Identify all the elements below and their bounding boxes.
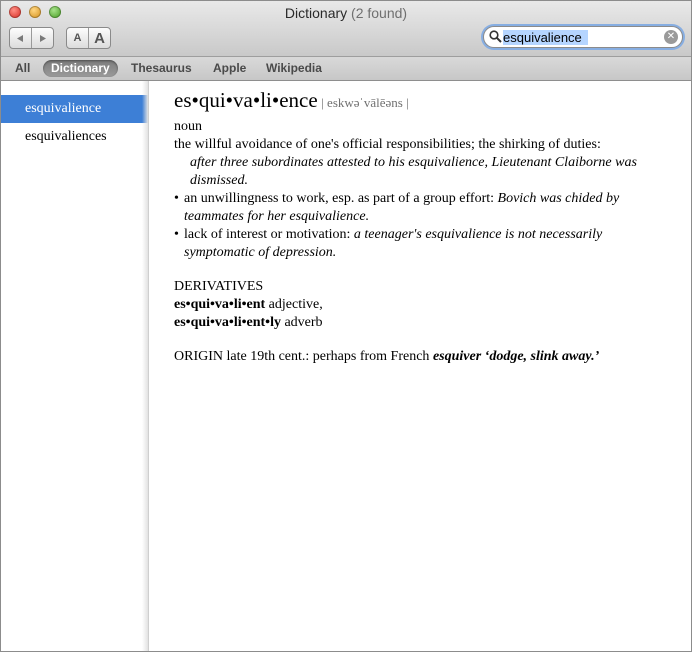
sense-1: the willful avoidance of one's official …	[174, 136, 674, 190]
sense-definition: an unwillingness to work, esp. as part o…	[184, 191, 495, 206]
sidebar-item-esquivalience[interactable]: esquivalience	[1, 95, 148, 123]
part-of-speech: noun	[174, 119, 202, 134]
window-title-text: Dictionary	[284, 5, 348, 21]
scope-dictionary[interactable]: Dictionary	[43, 60, 118, 77]
dictionary-window: Dictionary (2 found) A A ✕ All	[0, 0, 692, 652]
origin-section: ORIGIN late 19th cent.: perhaps from Fre…	[174, 348, 674, 366]
derivative-item: es•qui•va•li•ent adjective,	[174, 296, 674, 314]
triangle-right-icon	[40, 34, 46, 42]
derivatives-heading: DERIVATIVES	[174, 279, 264, 294]
forward-button[interactable]	[31, 28, 53, 48]
history-nav	[9, 27, 54, 49]
sidebar-item-esquivaliences[interactable]: esquivaliences	[1, 123, 148, 151]
derivative-form: es•qui•va•li•ent	[174, 297, 266, 312]
search-input[interactable]	[503, 29, 661, 45]
toolbar: Dictionary (2 found) A A ✕	[1, 1, 691, 57]
sidebar-shadow	[142, 81, 148, 651]
sense-example: after three subordinates attested to his…	[190, 155, 637, 188]
clear-search-icon[interactable]: ✕	[664, 30, 678, 44]
result-count: (2 found)	[351, 5, 408, 21]
scope-wikipedia[interactable]: Wikipedia	[258, 60, 330, 77]
scope-all[interactable]: All	[7, 60, 38, 77]
font-size-controls: A A	[66, 27, 111, 49]
search-field[interactable]: ✕	[483, 26, 683, 48]
bullet: •	[174, 227, 179, 242]
derivative-item: es•qui•va•li•ent•ly adverb	[174, 314, 674, 332]
definition-panel: es•qui•va•li•ence | eskwəˈvālēəns | noun…	[174, 88, 674, 366]
sense-3: • lack of interest or motivation: a teen…	[174, 226, 674, 262]
sense-2: • an unwillingness to work, esp. as part…	[174, 190, 674, 226]
derivatives-section: DERIVATIVES es•qui•va•li•ent adjective, …	[174, 278, 674, 332]
results-sidebar: esquivalience esquivaliences	[1, 81, 149, 651]
triangle-left-icon	[17, 34, 23, 42]
derivative-pos: adverb	[284, 315, 323, 330]
decrease-font-button[interactable]: A	[67, 28, 88, 48]
origin-etymon: esquiver ‘dodge, slink away.’	[432, 349, 600, 364]
increase-font-button[interactable]: A	[88, 28, 110, 48]
sense-body: lack of interest or motivation: a teenag…	[184, 226, 674, 262]
sense-definition: lack of interest or motivation:	[184, 227, 351, 242]
origin-label: ORIGIN	[174, 349, 223, 364]
headword-line: es•qui•va•li•ence | eskwəˈvālēəns |	[174, 88, 674, 113]
search-icon	[489, 30, 502, 43]
bullet: •	[174, 191, 179, 206]
scope-thesaurus[interactable]: Thesaurus	[123, 60, 200, 77]
sense-body: an unwillingness to work, esp. as part o…	[184, 190, 674, 226]
pronunciation: | eskwəˈvālēəns |	[321, 95, 409, 110]
scope-apple[interactable]: Apple	[205, 60, 254, 77]
headword: es•qui•va•li•ence	[174, 88, 318, 112]
derivative-form: es•qui•va•li•ent•ly	[174, 315, 281, 330]
window-title: Dictionary (2 found)	[1, 5, 691, 21]
scope-bar: All Dictionary Thesaurus Apple Wikipedia	[1, 57, 691, 81]
origin-text: late 19th cent.: perhaps from French	[226, 349, 430, 364]
sense-definition: the willful avoidance of one's official …	[174, 137, 601, 152]
derivative-pos: adjective,	[268, 297, 323, 312]
back-button[interactable]	[10, 28, 31, 48]
